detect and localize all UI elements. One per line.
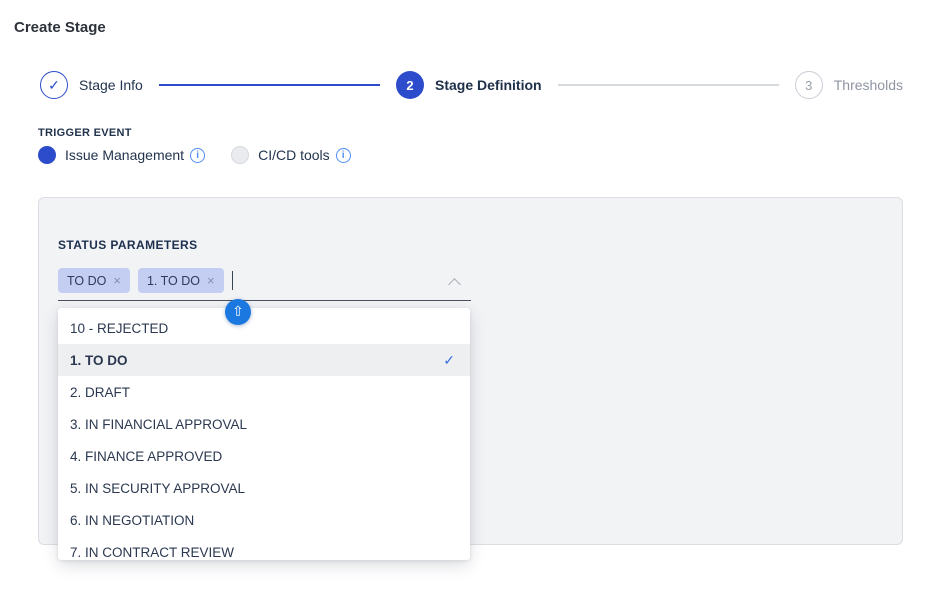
option-label: 4. FINANCE APPROVED (70, 449, 222, 464)
chip-label: TO DO (67, 274, 106, 288)
dropdown-option-3-in-financial-approval[interactable]: 3. IN FINANCIAL APPROVAL (58, 408, 470, 440)
dropdown-option-2-draft[interactable]: 2. DRAFT (58, 376, 470, 408)
selected-check-icon: ✓ (443, 352, 455, 369)
step-stage-definition[interactable]: 2 Stage Definition (396, 71, 542, 99)
cursor-up-arrow-badge-icon: ⇧ (225, 299, 251, 325)
radio-unselected-icon[interactable] (231, 146, 249, 164)
option-label: 7. IN CONTRACT REVIEW (70, 545, 234, 560)
option-label: 10 - REJECTED (70, 321, 168, 336)
create-stage-screen: Create Stage ✓ Stage Info 2 Stage Defini… (0, 0, 938, 591)
status-parameters-label: STATUS PARAMETERS (58, 238, 197, 252)
step-thresholds[interactable]: 3 Thresholds (795, 71, 903, 99)
step-label-stage-definition: Stage Definition (435, 77, 542, 93)
radio-label-issue-management: Issue Management (65, 147, 184, 163)
dropdown-option-6-in-negotiation[interactable]: 6. IN NEGOTIATION (58, 504, 470, 536)
dropdown-option-1-to-do[interactable]: 1. TO DO ✓ (58, 344, 470, 376)
option-label: 2. DRAFT (70, 385, 130, 400)
option-label: 1. TO DO (70, 353, 128, 368)
dropdown-option-4-finance-approved[interactable]: 4. FINANCE APPROVED (58, 440, 470, 472)
step-number-3: 3 (795, 71, 823, 99)
option-label: 3. IN FINANCIAL APPROVAL (70, 417, 247, 432)
info-icon[interactable]: i (190, 148, 205, 163)
radio-selected-icon[interactable] (38, 146, 56, 164)
trigger-event-radio-group: Issue Management i CI/CD tools i (38, 145, 351, 165)
option-label: 5. IN SECURITY APPROVAL (70, 481, 245, 496)
dropdown-option-10-rejected[interactable]: 10 - REJECTED (58, 312, 470, 344)
status-options-dropdown: 10 - REJECTED 1. TO DO ✓ 2. DRAFT 3. IN … (58, 308, 470, 560)
step-number-2: 2 (396, 71, 424, 99)
chevron-up-icon (448, 278, 461, 291)
info-icon[interactable]: i (336, 148, 351, 163)
step-stage-info[interactable]: ✓ Stage Info (40, 71, 143, 99)
option-label: 6. IN NEGOTIATION (70, 513, 194, 528)
chip-remove-icon[interactable]: × (113, 273, 121, 288)
page-title: Create Stage (14, 19, 106, 36)
status-parameters-multiselect[interactable]: TO DO × 1. TO DO × (58, 266, 471, 301)
collapse-dropdown-control[interactable] (447, 275, 463, 291)
trigger-event-label: TRIGGER EVENT (38, 127, 132, 139)
selected-chip-1-to-do[interactable]: 1. TO DO × (138, 268, 224, 293)
selected-chip-to-do[interactable]: TO DO × (58, 268, 130, 293)
radio-option-cicd-tools[interactable]: CI/CD tools i (231, 146, 351, 164)
stepper-connector-todo (558, 84, 779, 86)
stepper-connector-done (159, 84, 380, 86)
chip-remove-icon[interactable]: × (207, 273, 215, 288)
text-caret (232, 271, 234, 290)
radio-option-issue-management[interactable]: Issue Management i (38, 146, 205, 164)
dropdown-option-5-in-security-approval[interactable]: 5. IN SECURITY APPROVAL (58, 472, 470, 504)
step-complete-check-icon: ✓ (40, 71, 68, 99)
radio-label-cicd-tools: CI/CD tools (258, 147, 330, 163)
chip-label: 1. TO DO (147, 274, 200, 288)
wizard-stepper: ✓ Stage Info 2 Stage Definition 3 Thresh… (40, 71, 903, 99)
step-label-stage-info: Stage Info (79, 77, 143, 93)
dropdown-option-7-in-contract-review[interactable]: 7. IN CONTRACT REVIEW (58, 536, 470, 560)
step-label-thresholds: Thresholds (834, 77, 903, 93)
